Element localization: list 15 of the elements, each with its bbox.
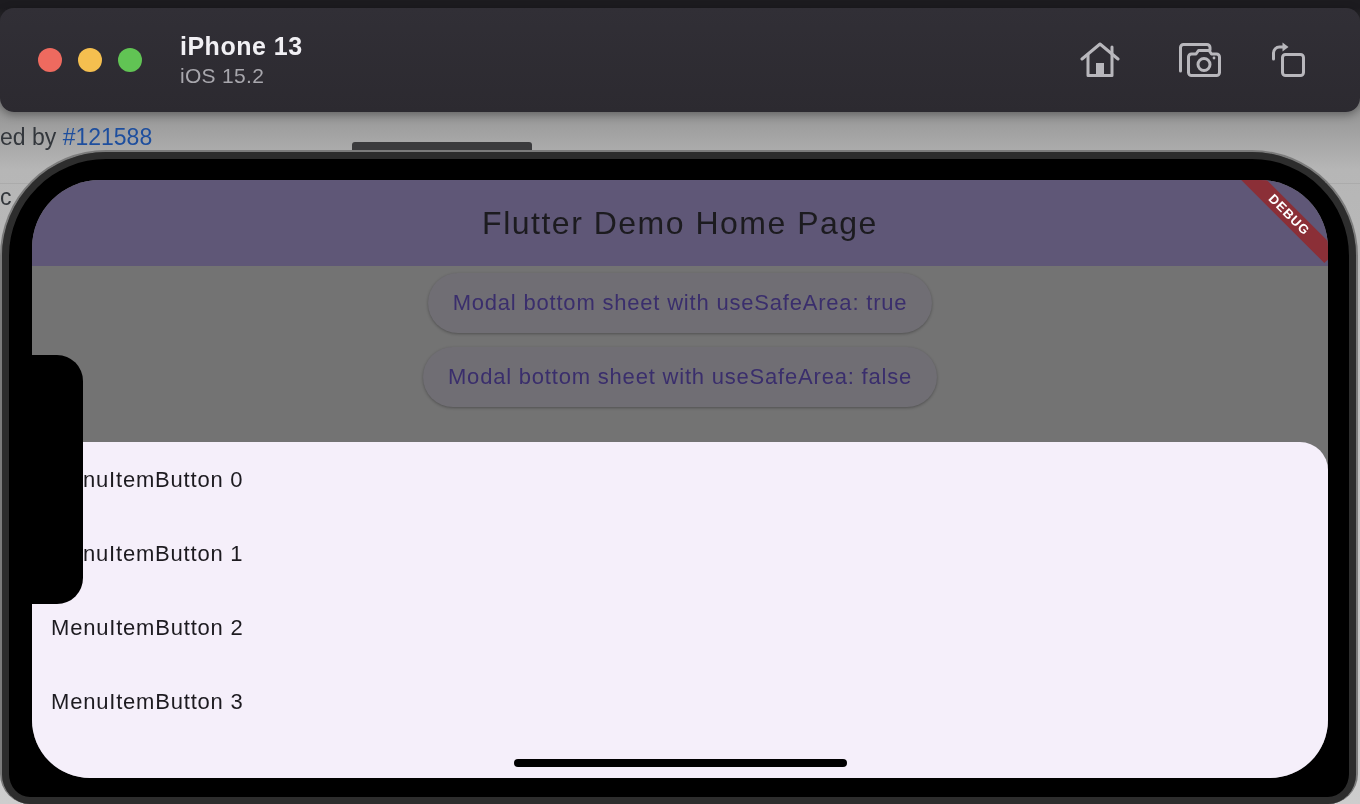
menu-item[interactable]: nuItemButton 1 — [83, 541, 244, 568]
camera-icon[interactable] — [1178, 42, 1222, 78]
menu-item[interactable]: nuItemButton 0 — [83, 467, 244, 494]
page-text: c — [0, 184, 12, 210]
app-bar-title: Flutter Demo Home Page — [482, 204, 878, 242]
menu-item[interactable]: MenuItemButton 2 — [51, 615, 244, 642]
minimize-button[interactable] — [78, 48, 102, 72]
zoom-button[interactable] — [118, 48, 142, 72]
home-icon[interactable] — [1080, 42, 1120, 78]
close-button[interactable] — [38, 48, 62, 72]
device-name: iPhone 13 — [180, 32, 303, 60]
page-text: ed by #121588 — [0, 124, 153, 150]
rotate-icon[interactable] — [1271, 41, 1307, 79]
menu-item[interactable]: MenuItemButton 3 — [51, 689, 244, 716]
os-version: iOS 15.2 — [180, 64, 266, 88]
